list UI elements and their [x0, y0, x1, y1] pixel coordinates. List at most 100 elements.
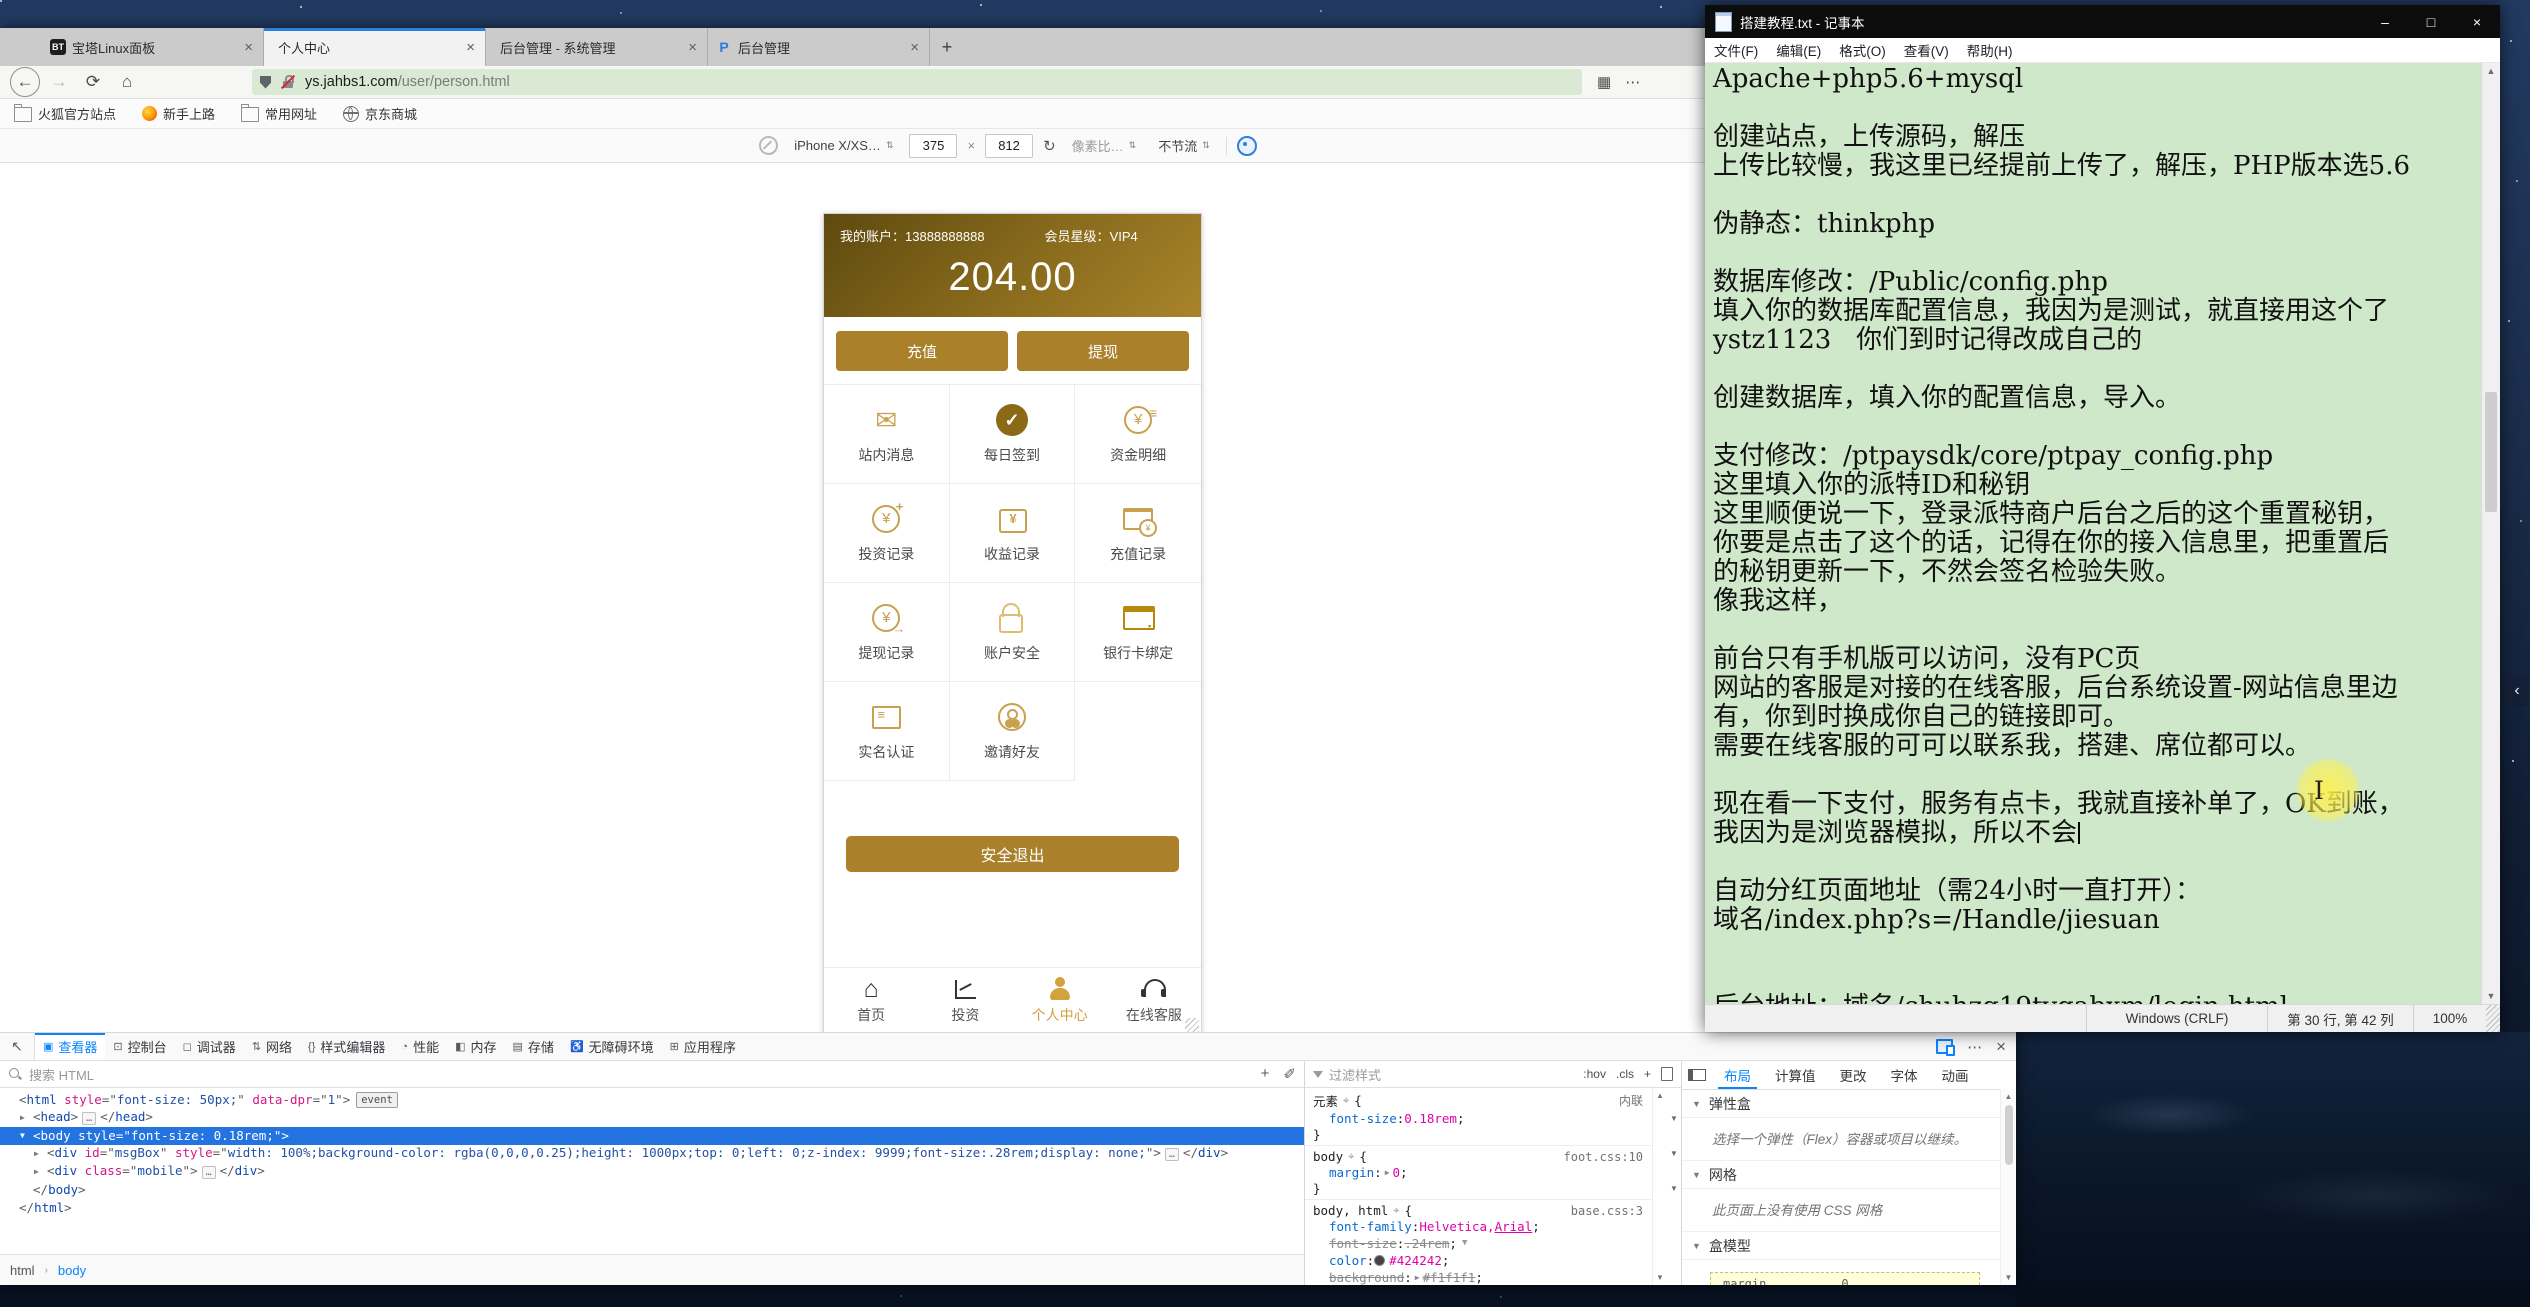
- dpr-select[interactable]: 像素比… ⇅: [1066, 133, 1143, 158]
- throttling-select[interactable]: 不节流 ⇅: [1152, 133, 1216, 158]
- rule-expand-arrows[interactable]: ▼ ▼ ▼: [1667, 1088, 1681, 1285]
- bottom-nav-item[interactable]: 个人中心: [1013, 968, 1107, 1034]
- resize-grip[interactable]: [2486, 1005, 2500, 1032]
- minimize-icon[interactable]: –: [2362, 5, 2408, 38]
- devtools-tab[interactable]: ▤ 存储: [505, 1033, 562, 1060]
- rules-scrollbar[interactable]: ▲ ▼: [1652, 1088, 1667, 1285]
- html-search[interactable]: 搜索 HTML + ✐: [0, 1061, 1304, 1088]
- browser-tab[interactable]: 后台管理 - 系统管理 ×: [486, 28, 708, 66]
- viewport-resize-handle[interactable]: [1185, 1018, 1199, 1032]
- css-rule[interactable]: 元素 ⌖ { 内联 font-size: 0.18rem;}: [1305, 1088, 1651, 1146]
- new-tab-button[interactable]: +: [930, 28, 964, 66]
- color-swatch[interactable]: [1374, 1255, 1386, 1266]
- grid-item[interactable]: 账户安全: [949, 583, 1076, 682]
- tab-close-icon[interactable]: ×: [908, 39, 921, 56]
- grid-item[interactable]: 投资记录: [824, 484, 950, 583]
- menu-item[interactable]: 格式(O): [1830, 40, 1895, 60]
- back-button[interactable]: ←: [10, 67, 40, 97]
- css-property[interactable]: margin: ▶ 0;: [1313, 1164, 1643, 1181]
- expander-icon[interactable]: ▶: [34, 1163, 47, 1181]
- devtools-tab[interactable]: ▣ 查看器: [35, 1033, 106, 1060]
- viewport-height-input[interactable]: 812: [985, 133, 1034, 158]
- notepad-text[interactable]: Apache+php5.6+mysql 创建站点，上传源码，解压 上传比较慢，我…: [1705, 65, 2482, 1005]
- add-rule-icon[interactable]: +: [1644, 1067, 1651, 1081]
- device-select[interactable]: iPhone X/XS… ⇅: [788, 135, 899, 156]
- css-property[interactable]: font-size: 0.18rem;: [1313, 1110, 1643, 1127]
- event-badge[interactable]: event: [356, 1092, 398, 1108]
- breadcrumb-body[interactable]: body: [48, 1263, 96, 1278]
- grid-item[interactable]: 资金明细: [1075, 385, 1201, 484]
- boxmodel-section-header[interactable]: ▼ 盒模型: [1682, 1232, 2016, 1260]
- style-filter[interactable]: 过滤样式 :hov .cls +: [1305, 1061, 1681, 1088]
- bottom-nav-item[interactable]: 首页: [824, 968, 918, 1034]
- bookmark-item[interactable]: 常用网址: [241, 104, 317, 123]
- tracking-shield-icon[interactable]: [260, 75, 271, 89]
- scrollbar-thumb[interactable]: [2485, 392, 2497, 512]
- grid-item[interactable]: 实名认证: [824, 682, 950, 781]
- logout-button[interactable]: 安全退出: [846, 836, 1179, 872]
- devtools-tab[interactable]: ◔ 性能: [393, 1033, 447, 1060]
- notepad-editor[interactable]: Apache+php5.6+mysql 创建站点，上传源码，解压 上传比较慢，我…: [1705, 63, 2500, 1004]
- bookmark-item[interactable]: 火狐官方站点: [14, 104, 116, 123]
- notepad-titlebar[interactable]: 搭建教程.txt - 记事本 – □ ×: [1705, 5, 2500, 38]
- maximize-icon[interactable]: □: [2408, 5, 2454, 38]
- css-rule[interactable]: body, html ⌖ { base.css:3 font-family: …: [1305, 1200, 1651, 1285]
- grid-item[interactable]: 充值记录: [1075, 484, 1201, 583]
- rule-source-link[interactable]: foot.css:10: [1564, 1150, 1643, 1164]
- class-toggle[interactable]: .cls: [1616, 1067, 1634, 1081]
- grid-section-header[interactable]: ▼ 网格: [1682, 1161, 2016, 1189]
- devtools-close-icon[interactable]: ×: [1996, 1037, 2006, 1057]
- devtools-tab[interactable]: ♿ 无障碍环境: [562, 1033, 662, 1060]
- css-property[interactable]: font-family: Helvetica, Arial;: [1313, 1218, 1643, 1235]
- sidebar-tab[interactable]: 动画: [1930, 1061, 1981, 1089]
- devtools-tab[interactable]: {} 样式编辑器: [300, 1033, 393, 1060]
- grid-item[interactable]: 每日签到: [949, 385, 1076, 484]
- highlight-target-icon[interactable]: ⌖: [1393, 1204, 1399, 1218]
- html-tree-row[interactable]: ▼ <body style="font-size: 0.18rem;">: [0, 1127, 1304, 1145]
- grid-item[interactable]: 收益记录: [949, 484, 1076, 583]
- html-tree-row[interactable]: </html>: [0, 1199, 1304, 1217]
- bookmark-item[interactable]: 京东商城: [343, 104, 417, 123]
- devtools-tab[interactable]: ⊡ 控制台: [105, 1033, 174, 1060]
- browser-tab[interactable]: P 后台管理 ×: [708, 28, 930, 66]
- edge-flyout-chevron[interactable]: ‹: [2506, 676, 2528, 706]
- sidebar-tab[interactable]: 更改: [1828, 1061, 1879, 1089]
- expander-icon[interactable]: ▼: [20, 1127, 33, 1145]
- html-tree-row[interactable]: ▶ <div id="msgBox" style="width: 100%;ba…: [0, 1145, 1304, 1163]
- menu-item[interactable]: 查看(V): [1895, 40, 1958, 60]
- tab-close-icon[interactable]: ×: [686, 39, 699, 56]
- devtools-tab[interactable]: ⇅ 网络: [244, 1033, 300, 1060]
- html-tree-row[interactable]: </body>: [0, 1181, 1304, 1199]
- rule-source-link[interactable]: base.css:3: [1571, 1204, 1643, 1218]
- highlights-icon[interactable]: ▦: [1597, 73, 1611, 91]
- expander-icon[interactable]: ▶: [20, 1109, 33, 1127]
- sidebar-tab[interactable]: 字体: [1879, 1061, 1930, 1089]
- close-icon[interactable]: ×: [2454, 5, 2500, 38]
- devtools-menu-icon[interactable]: ⋯: [1967, 1038, 1982, 1056]
- css-property[interactable]: font-size: .24rem; ▼: [1313, 1235, 1643, 1252]
- add-node-icon[interactable]: +: [1261, 1065, 1270, 1083]
- tab-close-icon[interactable]: ×: [464, 39, 477, 56]
- grid-item[interactable]: 邀请好友: [949, 682, 1076, 781]
- touch-simulation-icon[interactable]: [1236, 135, 1257, 156]
- html-tree-row[interactable]: <html style="font-size: 50px;" data-dpr=…: [0, 1091, 1304, 1109]
- action-button[interactable]: 提现: [1017, 331, 1189, 371]
- highlight-target-icon[interactable]: ⌖: [1348, 1150, 1354, 1164]
- css-property[interactable]: background: ▶ #f1f1f1;: [1313, 1269, 1643, 1285]
- grid-item[interactable]: 站内消息: [824, 385, 950, 484]
- menu-item[interactable]: 编辑(E): [1767, 40, 1830, 60]
- sidebar-tab[interactable]: 布局: [1712, 1061, 1763, 1089]
- page-actions-icon[interactable]: ⋯: [1625, 73, 1640, 91]
- breadcrumb-html[interactable]: html: [0, 1263, 45, 1278]
- menu-item[interactable]: 文件(F): [1705, 40, 1767, 60]
- browser-tab[interactable]: 个人中心 ×: [264, 28, 486, 66]
- reload-button[interactable]: ⟳: [78, 69, 108, 95]
- bookmark-item[interactable]: 新手上路: [142, 104, 215, 123]
- grid-item[interactable]: 银行卡绑定: [1075, 583, 1201, 682]
- expander-icon[interactable]: ▶: [34, 1145, 47, 1163]
- devtools-tab[interactable]: ◧ 内存: [447, 1033, 504, 1060]
- sidebar-tab[interactable]: 计算值: [1763, 1061, 1828, 1089]
- html-tree-row[interactable]: ▶ <head>… </head>: [0, 1109, 1304, 1127]
- devtools-tab[interactable]: ◻ 调试器: [175, 1033, 244, 1060]
- forward-button[interactable]: →: [44, 69, 74, 95]
